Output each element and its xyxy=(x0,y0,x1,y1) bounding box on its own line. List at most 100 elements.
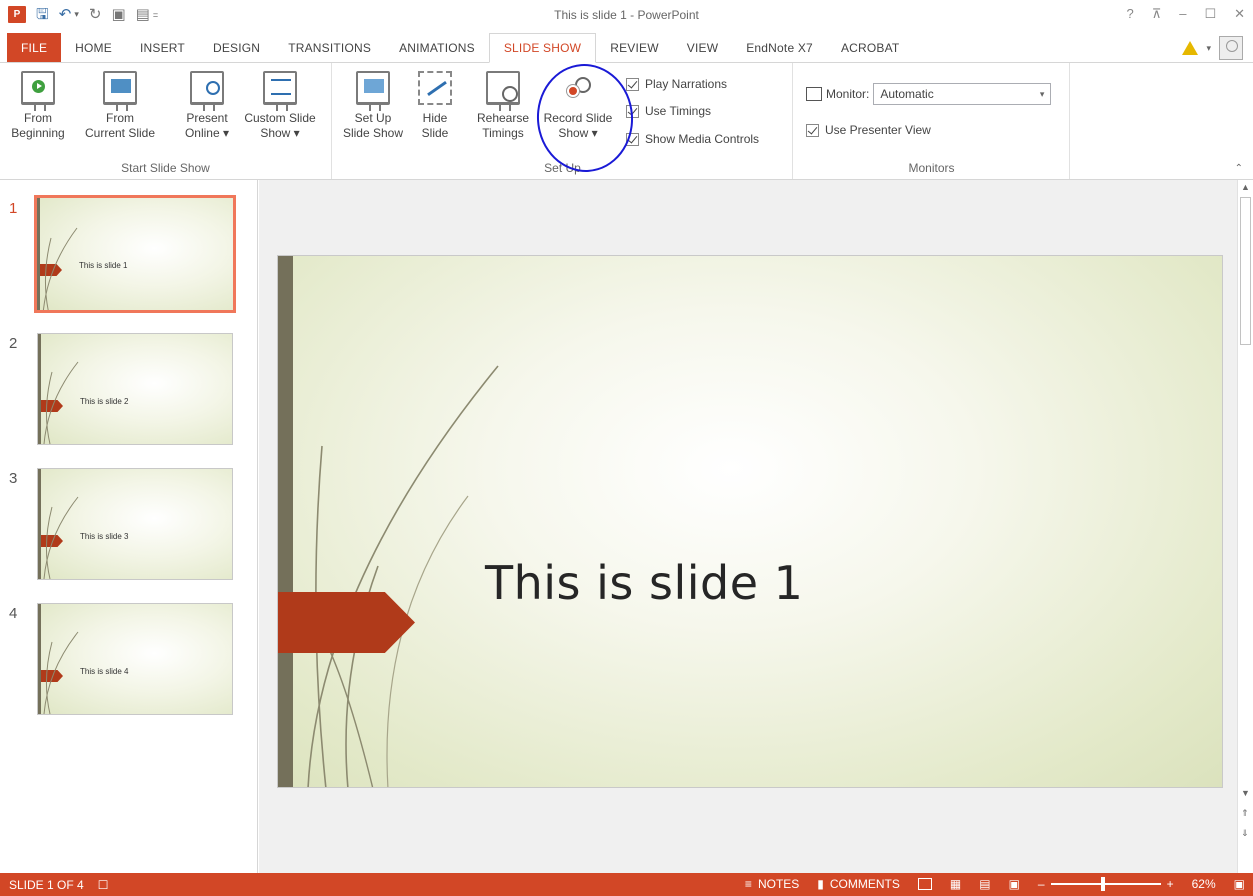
vertical-scrollbar[interactable]: ▲ ▼ ⇑ ⇓ xyxy=(1237,180,1253,873)
custom-slide-show-button[interactable]: Custom Slide Show ▾ xyxy=(238,69,322,141)
avatar[interactable] xyxy=(1219,36,1243,60)
thumbnail-title: This is slide 2 xyxy=(80,397,129,406)
current-slide[interactable]: This is slide 1 xyxy=(277,255,1223,788)
collapse-ribbon-icon[interactable]: ⌃ xyxy=(1235,163,1243,174)
tab-review[interactable]: REVIEW xyxy=(596,33,673,63)
set-up-slide-show-button[interactable]: Set Up Slide Show xyxy=(341,69,405,141)
zoom-out-icon[interactable]: – xyxy=(1038,877,1045,891)
tab-design[interactable]: DESIGN xyxy=(199,33,274,63)
group-monitors: Monitors xyxy=(794,63,1070,179)
ribbon-display-options-icon[interactable]: ⊼ xyxy=(1152,6,1162,22)
thumbnail-frame[interactable]: This is slide 3 xyxy=(37,468,233,580)
record-slide-show-button[interactable]: Record Slide Show ▾ xyxy=(537,69,619,141)
from-current-slide-icon xyxy=(103,71,137,111)
next-slide-icon[interactable]: ⇓ xyxy=(1241,828,1249,839)
thumbnail-title: This is slide 3 xyxy=(80,532,129,541)
tab-acrobat[interactable]: ACROBAT xyxy=(827,33,914,63)
use-timings-checkbox[interactable]: Use Timings xyxy=(626,104,711,118)
warning-icon[interactable] xyxy=(1182,41,1199,55)
thumbnail-title: This is slide 4 xyxy=(80,667,129,676)
monitor-icon xyxy=(806,87,822,101)
scroll-down-icon[interactable]: ▼ xyxy=(1241,788,1250,798)
thumbnail-number: 4 xyxy=(9,605,18,622)
show-media-controls-checkbox[interactable]: Show Media Controls xyxy=(626,132,759,146)
rehearse-timings-button[interactable]: Rehearse Timings xyxy=(473,69,533,141)
checkbox-checked[interactable] xyxy=(626,104,639,118)
hide-slide-button[interactable]: Hide Slide xyxy=(413,69,457,141)
previous-slide-icon[interactable]: ⇑ xyxy=(1241,808,1249,819)
thumbnail-title: This is slide 1 xyxy=(79,261,128,270)
slide-counter: SLIDE 1 OF 4 xyxy=(9,878,84,892)
fit-to-window-icon[interactable]: ▣ xyxy=(1234,877,1245,891)
ribbon: From Beginning From Current Slide Presen… xyxy=(0,62,1253,180)
play-narrations-checkbox[interactable]: Play Narrations xyxy=(626,77,727,91)
slide-show-view-icon[interactable]: ▣ xyxy=(1009,877,1020,891)
tab-insert[interactable]: INSERT xyxy=(126,33,199,63)
thumbnail-frame[interactable]: This is slide 1 xyxy=(34,195,236,313)
account-dropdown-icon[interactable]: ▾ xyxy=(1206,43,1211,54)
thumbnail-number: 2 xyxy=(9,335,18,352)
zoom-thumb[interactable] xyxy=(1100,877,1105,891)
scroll-thumb[interactable] xyxy=(1240,197,1251,345)
zoom-track[interactable] xyxy=(1050,877,1161,891)
notes-button[interactable]: ≡ NOTES xyxy=(745,877,799,891)
custom-slide-show-icon xyxy=(263,71,297,111)
checkbox-checked[interactable] xyxy=(806,123,819,137)
zoom-slider[interactable]: – + xyxy=(1038,877,1174,891)
present-online-button[interactable]: Present Online ▾ xyxy=(180,69,234,141)
tab-slide-show[interactable]: SLIDE SHOW xyxy=(488,33,597,63)
maximize-icon[interactable]: ☐ xyxy=(1204,6,1216,22)
monitor-row: Monitor: Automatic ▾ xyxy=(806,83,1052,105)
thumbnail-slide-4[interactable]: 4 This is slide 4 xyxy=(0,603,258,723)
use-presenter-view-checkbox[interactable]: Use Presenter View xyxy=(806,123,931,137)
thumbnail-frame[interactable]: This is slide 2 xyxy=(37,333,233,445)
checkbox-checked[interactable] xyxy=(626,132,639,146)
minimize-icon[interactable]: – xyxy=(1179,6,1186,22)
tab-home[interactable]: HOME xyxy=(61,33,126,63)
normal-view-icon[interactable] xyxy=(917,878,932,890)
group-label-set-up: Set Up xyxy=(544,161,581,175)
zoom-level[interactable]: 62% xyxy=(1192,877,1216,891)
monitor-select[interactable]: Automatic ▾ xyxy=(873,83,1052,105)
reading-view-icon[interactable]: ▤ xyxy=(979,877,990,891)
group-label-monitors: Monitors xyxy=(908,161,955,175)
tab-view[interactable]: VIEW xyxy=(673,33,732,63)
thumbnail-slide-3[interactable]: 3 This is slide 3 xyxy=(0,468,258,588)
thumbnail-frame[interactable]: This is slide 4 xyxy=(37,603,233,715)
tab-transitions[interactable]: TRANSITIONS xyxy=(274,33,385,63)
account-area: ▾ xyxy=(1182,36,1243,60)
slide-thumbnails-pane: 1 This is slide 1 2 This is slide 2 3 Th… xyxy=(0,180,258,873)
ribbon-tabs: FILE HOME INSERT DESIGN TRANSITIONS ANIM… xyxy=(0,33,1253,63)
slide-accent-bar xyxy=(278,256,293,787)
rehearse-timings-icon xyxy=(486,71,520,111)
thumbnail-slide-1[interactable]: 1 This is slide 1 xyxy=(0,195,258,318)
chevron-down-icon: ▾ xyxy=(1039,88,1045,99)
from-current-slide-button[interactable]: From Current Slide xyxy=(80,69,160,141)
tab-endnote[interactable]: EndNote X7 xyxy=(732,33,827,63)
thumbnail-number: 3 xyxy=(9,470,18,487)
thumbnail-swoosh xyxy=(43,631,79,714)
from-beginning-button[interactable]: From Beginning xyxy=(4,69,72,141)
group-start-slide-show: From Beginning From Current Slide Presen… xyxy=(0,63,332,179)
status-bar-left: SLIDE 1 OF 4 ☐ xyxy=(9,878,108,892)
spell-check-icon[interactable]: ☐ xyxy=(98,878,109,892)
scroll-up-icon[interactable]: ▲ xyxy=(1241,182,1250,192)
help-icon[interactable]: ? xyxy=(1126,6,1133,22)
thumbnail-swoosh xyxy=(43,496,79,579)
zoom-in-icon[interactable]: + xyxy=(1167,877,1174,891)
tab-file[interactable]: FILE xyxy=(7,33,62,63)
tab-animations[interactable]: ANIMATIONS xyxy=(385,33,489,63)
set-up-slide-show-icon xyxy=(356,71,390,111)
slide-editing-canvas: This is slide 1 xyxy=(259,180,1237,873)
slide-title[interactable]: This is slide 1 xyxy=(485,556,803,610)
thumbnail-slide-2[interactable]: 2 This is slide 2 xyxy=(0,333,258,453)
close-icon[interactable]: ✕ xyxy=(1234,6,1245,22)
window-controls: ? ⊼ – ☐ ✕ xyxy=(1126,6,1245,22)
notes-icon: ≡ xyxy=(744,877,752,891)
comments-button[interactable]: ▮ COMMENTS xyxy=(817,877,900,891)
thumbnail-number: 1 xyxy=(9,200,18,217)
from-beginning-icon xyxy=(21,71,55,111)
status-bar-right: ≡ NOTES ▮ COMMENTS ▦ ▤ ▣ – + 62% ▣ xyxy=(745,877,1245,891)
slide-sorter-view-icon[interactable]: ▦ xyxy=(950,877,961,891)
checkbox-checked[interactable] xyxy=(626,77,639,91)
